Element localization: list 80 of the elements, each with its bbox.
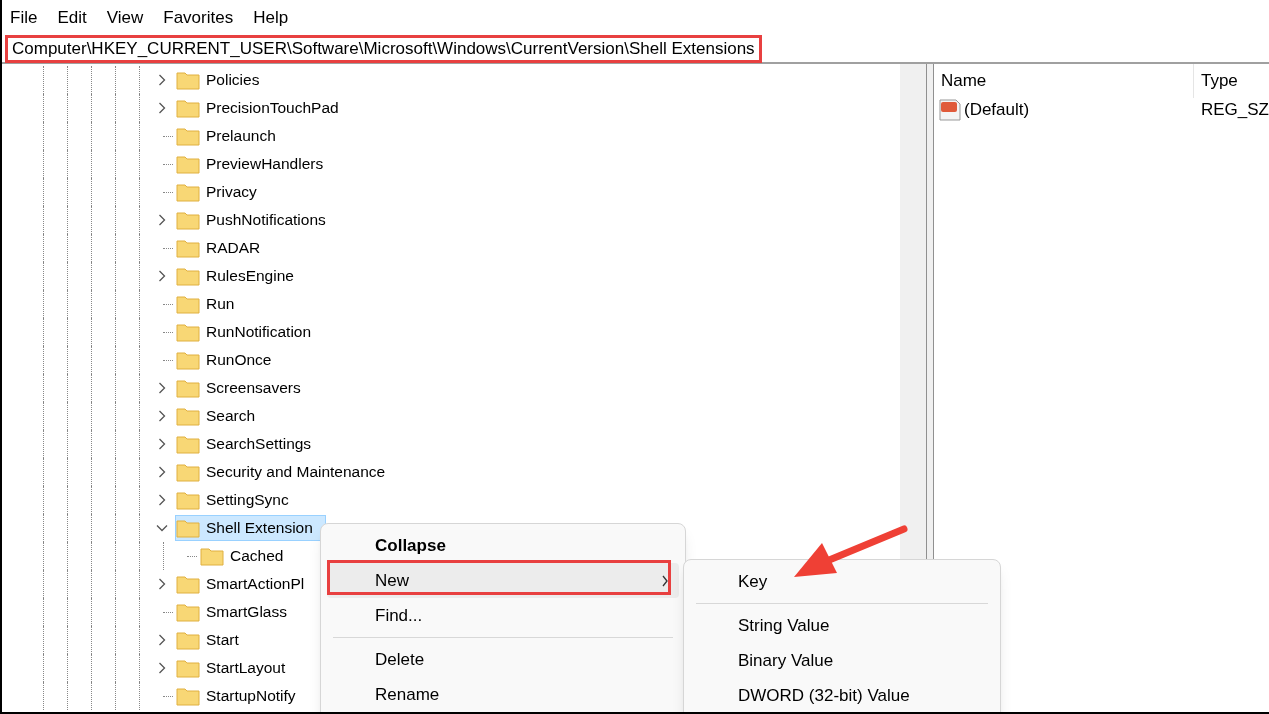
tree-item[interactable]: RADAR — [175, 235, 274, 261]
menu-item[interactable]: Key — [690, 564, 994, 599]
tree-item[interactable]: Privacy — [175, 179, 270, 205]
tree-item[interactable]: Screensavers — [175, 375, 314, 401]
tree-item[interactable]: SmartActionPl — [175, 571, 318, 597]
chevron-right-icon[interactable] — [156, 270, 168, 282]
menu-bar-item[interactable]: File — [10, 5, 38, 31]
menu-item[interactable]: String Value — [690, 608, 994, 643]
folder-icon — [176, 518, 200, 538]
address-bar[interactable]: Computer\HKEY_CURRENT_USER\Software\Microsoft\Windows\CurrentVersion\Shell Extensions — [5, 35, 762, 63]
value-type: REG_SZ — [1199, 99, 1269, 122]
tree-item[interactable]: Run — [175, 291, 248, 317]
folder-icon — [176, 574, 200, 594]
folder-icon — [176, 378, 200, 398]
tree-item[interactable]: Security and Maintenance — [175, 459, 399, 485]
chevron-right-icon — [661, 574, 669, 587]
chevron-right-icon[interactable] — [156, 74, 168, 86]
menu-item[interactable]: Binary Value — [690, 643, 994, 678]
tree-item[interactable]: Shell Extension — [175, 515, 326, 541]
menu-item[interactable]: Collapse — [327, 528, 679, 563]
menu-bar-item[interactable]: Help — [253, 5, 289, 31]
tree-item[interactable]: SettingSync — [175, 487, 302, 513]
column-header[interactable]: Type — [1193, 64, 1238, 98]
folder-icon — [176, 210, 200, 230]
chevron-right-icon[interactable] — [156, 494, 168, 506]
tree-item[interactable]: PrecisionTouchPad — [175, 95, 352, 121]
menu-item[interactable]: Find... — [327, 598, 679, 633]
chevron-right-icon[interactable] — [156, 634, 168, 646]
folder-icon — [176, 350, 200, 370]
folder-icon — [176, 490, 200, 510]
folder-icon — [176, 182, 200, 202]
chevron-right-icon[interactable] — [156, 466, 168, 478]
folder-icon — [176, 686, 200, 706]
chevron-right-icon[interactable] — [156, 578, 168, 590]
tree-item[interactable]: RulesEngine — [175, 263, 307, 289]
folder-icon — [176, 658, 200, 678]
menu-item[interactable]: New — [327, 563, 679, 598]
tree-item[interactable]: Policies — [175, 67, 273, 93]
folder-icon — [176, 294, 200, 314]
folder-icon — [176, 154, 200, 174]
menu-item[interactable]: DWORD (32-bit) Value — [690, 678, 994, 712]
folder-icon — [176, 98, 200, 118]
tree-item[interactable]: StartupNotify — [175, 683, 309, 709]
menu-bar-item[interactable]: Favorites — [163, 5, 234, 31]
tree-item[interactable]: PushNotifications — [175, 207, 339, 233]
folder-icon — [176, 70, 200, 90]
chevron-right-icon[interactable] — [156, 102, 168, 114]
column-header[interactable]: Name — [933, 64, 1194, 98]
tree-item[interactable]: RunNotification — [175, 319, 325, 345]
folder-icon — [176, 462, 200, 482]
tree-item[interactable]: SearchSettings — [175, 431, 325, 457]
tree-item[interactable]: RunOnce — [175, 347, 285, 373]
folder-icon — [176, 238, 200, 258]
tree-item[interactable]: Start — [175, 627, 252, 653]
folder-icon — [176, 630, 200, 650]
tree-item[interactable]: SmartGlass — [175, 599, 300, 625]
tree-item[interactable]: Search — [175, 403, 269, 429]
folder-icon — [176, 126, 200, 146]
menu-item[interactable]: Delete — [327, 642, 679, 677]
chevron-right-icon[interactable] — [156, 438, 168, 450]
menu-bar-item[interactable]: View — [106, 5, 144, 31]
value-name: (Default) — [963, 99, 1030, 122]
tree-item[interactable]: Cached — [199, 543, 297, 569]
menu-bar-item[interactable]: Edit — [57, 5, 87, 31]
folder-icon — [176, 434, 200, 454]
menu-item[interactable]: Rename — [327, 677, 679, 712]
string-value-icon — [937, 99, 962, 121]
folder-icon — [200, 546, 224, 566]
chevron-right-icon[interactable] — [156, 382, 168, 394]
chevron-down-icon[interactable] — [156, 522, 168, 534]
chevron-right-icon[interactable] — [156, 214, 168, 226]
folder-icon — [176, 602, 200, 622]
tree-item[interactable]: StartLayout — [175, 655, 299, 681]
folder-icon — [176, 266, 200, 286]
tree-item[interactable]: Prelaunch — [175, 123, 289, 149]
chevron-right-icon[interactable] — [156, 662, 168, 674]
folder-icon — [176, 322, 200, 342]
chevron-right-icon[interactable] — [156, 410, 168, 422]
tree-item[interactable]: PreviewHandlers — [175, 151, 337, 177]
folder-icon — [176, 406, 200, 426]
